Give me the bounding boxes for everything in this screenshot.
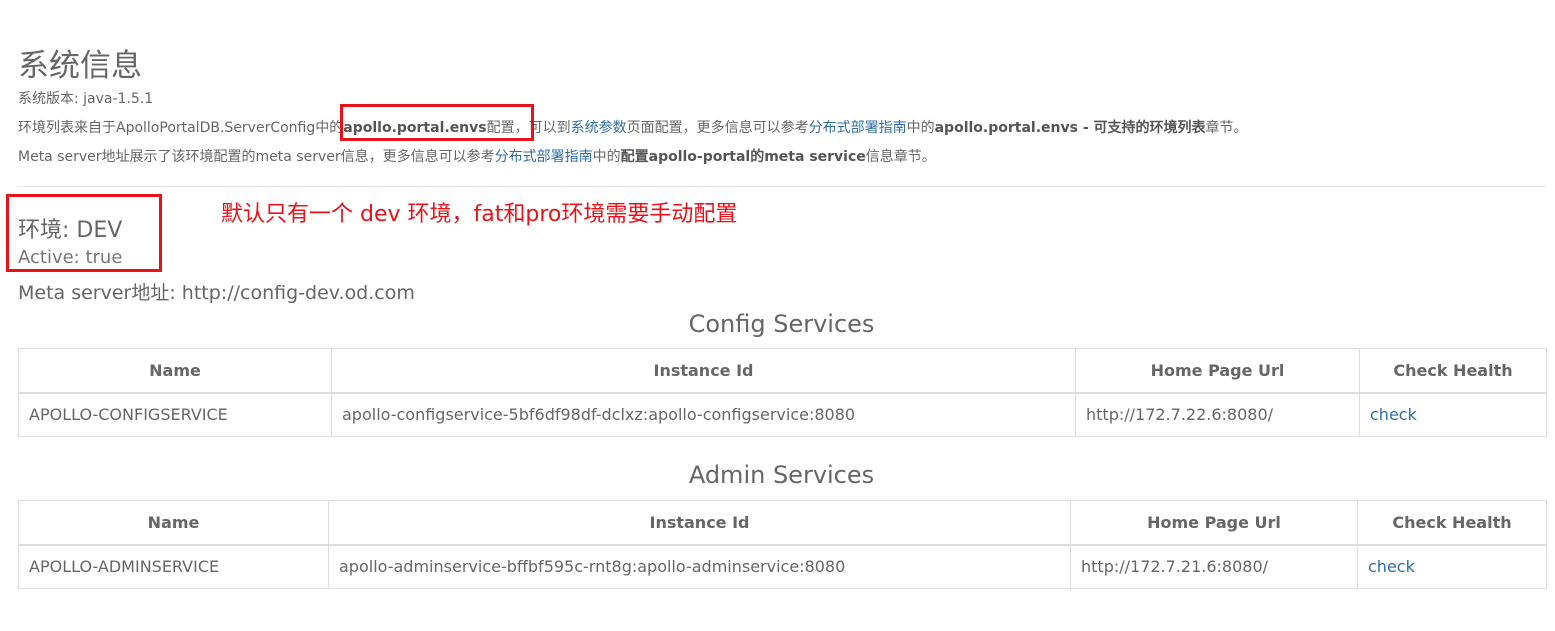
column-header-home-page-url: Home Page Url: [1075, 348, 1360, 394]
table-row: APOLLO-ADMINSERVICE apollo-adminservice-…: [18, 544, 1547, 589]
instance-id-cell: apollo-adminservice-bffbf595c-rnt8g:apol…: [328, 544, 1071, 589]
service-name-cell: APOLLO-ADMINSERVICE: [18, 544, 329, 589]
config-services-title: Config Services: [688, 310, 875, 338]
envs-info-mid2: 页面配置，更多信息可以参考: [626, 120, 809, 136]
meta-section-name: 配置apollo-portal的meta service: [620, 149, 866, 165]
envs-section-name: apollo.portal.envs - 可支持的环境列表: [934, 120, 1206, 136]
column-header-instance-id: Instance Id: [331, 348, 1076, 394]
column-header-name: Name: [18, 348, 332, 394]
config-services-table: Name Instance Id Home Page Url Check Hea…: [18, 348, 1547, 437]
check-health-link[interactable]: check: [1368, 557, 1415, 576]
header-divider: [18, 186, 1546, 187]
table-header-row: Name Instance Id Home Page Url Check Hea…: [18, 500, 1547, 546]
page-title: 系统信息: [18, 48, 142, 84]
system-version: 系统版本: java-1.5.1: [18, 91, 154, 107]
column-header-name: Name: [18, 500, 329, 546]
annotation-text: 默认只有一个 dev 环境，fat和pro环境需要手动配置: [221, 202, 738, 227]
system-params-link[interactable]: 系统参数: [571, 120, 627, 136]
envs-info-suffix: 章节。: [1205, 120, 1248, 136]
instance-id-cell: apollo-configservice-5bf6df98df-dclxz:ap…: [331, 392, 1076, 437]
check-health-link[interactable]: check: [1370, 405, 1417, 424]
env-active-status: Active: true: [18, 247, 123, 268]
envs-info-line: 环境列表来自于ApolloPortalDB.ServerConfig中的 apol…: [18, 117, 1248, 137]
highlight-box-envs-key: [340, 104, 534, 141]
home-page-url-cell: http://172.7.21.6:8080/: [1070, 544, 1358, 589]
table-header-row: Name Instance Id Home Page Url Check Hea…: [18, 348, 1547, 394]
service-name-cell: APOLLO-CONFIGSERVICE: [18, 392, 332, 437]
envs-info-prefix: 环境列表来自于ApolloPortalDB.ServerConfig中的: [18, 120, 344, 136]
meta-info-prefix: Meta server地址展示了该环境配置的meta server信息，更多信息…: [18, 149, 495, 165]
column-header-check-health: Check Health: [1359, 348, 1547, 394]
table-row: APOLLO-CONFIGSERVICE apollo-configservic…: [18, 392, 1547, 437]
deploy-guide-link[interactable]: 分布式部署指南: [809, 120, 907, 136]
meta-info-suffix: 信息章节。: [865, 149, 936, 165]
column-header-instance-id: Instance Id: [328, 500, 1071, 546]
home-page-url-cell: http://172.7.22.6:8080/: [1075, 392, 1360, 437]
meta-server-address: Meta server地址: http://config-dev.od.com: [18, 282, 415, 304]
column-header-home-page-url: Home Page Url: [1070, 500, 1358, 546]
meta-deploy-guide-link[interactable]: 分布式部署指南: [495, 149, 593, 165]
admin-services-title: Admin Services: [688, 461, 875, 489]
envs-info-mid3: 中的: [906, 120, 935, 136]
check-health-cell: check: [1359, 392, 1547, 437]
env-label: 环境: DEV: [18, 218, 123, 243]
column-header-check-health: Check Health: [1357, 500, 1547, 546]
meta-info-mid: 中的: [592, 149, 621, 165]
check-health-cell: check: [1357, 544, 1547, 589]
meta-info-line: Meta server地址展示了该环境配置的meta server信息，更多信息…: [18, 146, 936, 166]
admin-services-table: Name Instance Id Home Page Url Check Hea…: [18, 500, 1547, 589]
